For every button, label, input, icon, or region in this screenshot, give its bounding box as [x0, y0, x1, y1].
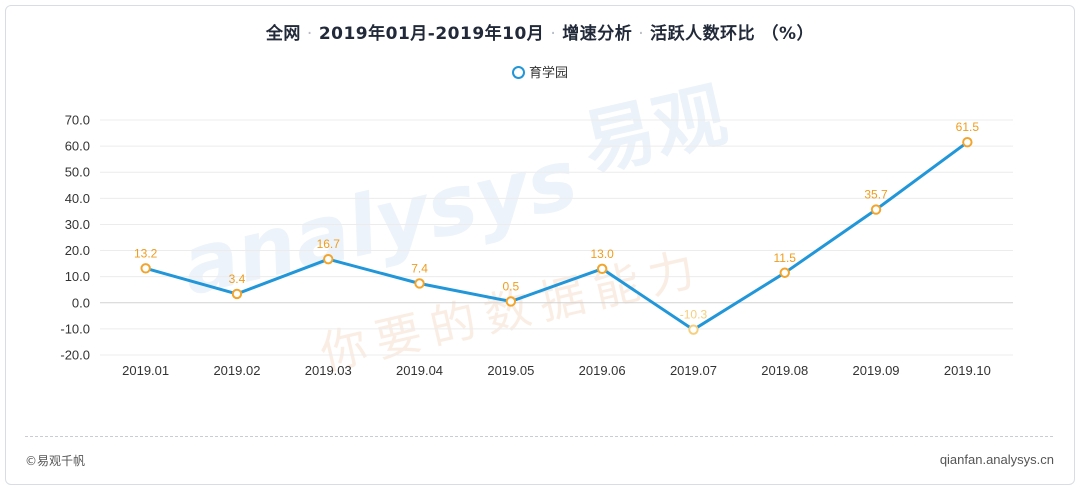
y-tick-label: -20.0: [60, 348, 90, 363]
data-label: 7.4: [411, 261, 428, 275]
y-tick-label: 40.0: [65, 191, 90, 206]
y-tick-label: 30.0: [65, 217, 90, 232]
y-tick-label: 70.0: [65, 113, 90, 128]
data-point[interactable]: [596, 263, 608, 275]
y-tick-label: 50.0: [65, 165, 90, 180]
x-tick-label: 2019.06: [579, 363, 626, 378]
data-point[interactable]: [962, 136, 973, 148]
footer-site-link[interactable]: qianfan.analysys.cn: [940, 452, 1054, 467]
x-tick-label: 2019.01: [122, 363, 169, 378]
x-tick-label: 2019.05: [487, 363, 534, 378]
footer-copyright: ©易观千帆: [25, 454, 86, 468]
watermark: analysys 易观 你要的数据能力: [173, 72, 734, 380]
data-point[interactable]: [231, 288, 243, 300]
y-tick-label: 60.0: [65, 139, 90, 154]
data-label: 13.2: [134, 246, 158, 260]
x-tick-label: 2019.07: [670, 363, 717, 378]
y-tick-label: 10.0: [65, 269, 90, 284]
y-tick-label: 20.0: [65, 243, 90, 258]
data-point[interactable]: [140, 263, 151, 274]
data-label: 61.5: [956, 120, 980, 134]
data-label: 16.7: [317, 237, 341, 251]
data-label: 3.4: [229, 272, 246, 286]
y-tick-label: -10.0: [60, 321, 90, 336]
data-point[interactable]: [323, 253, 334, 265]
x-tick-label: 2019.09: [853, 363, 900, 378]
y-axis: -20.0 -10.0 0.0 10.0 20.0 30.0 40.0 50.0 60.0 70.…: [60, 113, 90, 363]
data-point[interactable]: [414, 278, 425, 289]
x-tick-label: 2019.03: [305, 363, 352, 378]
footer-divider: [25, 436, 1053, 437]
x-tick-label: 2019.04: [396, 363, 443, 378]
data-label: -10.3: [680, 308, 708, 322]
x-tick-label: 2019.02: [213, 363, 260, 378]
x-tick-label: 2019.10: [944, 363, 991, 378]
data-point[interactable]: [688, 324, 699, 335]
data-point[interactable]: [870, 204, 882, 215]
x-axis: 2019.01 2019.02 2019.03 2019.04 2019.05 2019.…: [122, 363, 991, 378]
x-tick-label: 2019.08: [761, 363, 808, 378]
line-chart: analysys 易观 你要的数据能力 -20.0 -10.0 0.0 10.0 20.…: [60, 72, 1013, 381]
data-point[interactable]: [505, 296, 517, 307]
y-tick-label: 0.0: [72, 295, 90, 310]
data-point[interactable]: [779, 267, 790, 278]
data-label: 11.5: [774, 251, 797, 265]
watermark-brand: 易观: [575, 72, 734, 186]
data-label: 35.7: [864, 188, 888, 202]
data-label: 0.5: [503, 279, 520, 293]
data-label: 13.0: [590, 247, 614, 261]
